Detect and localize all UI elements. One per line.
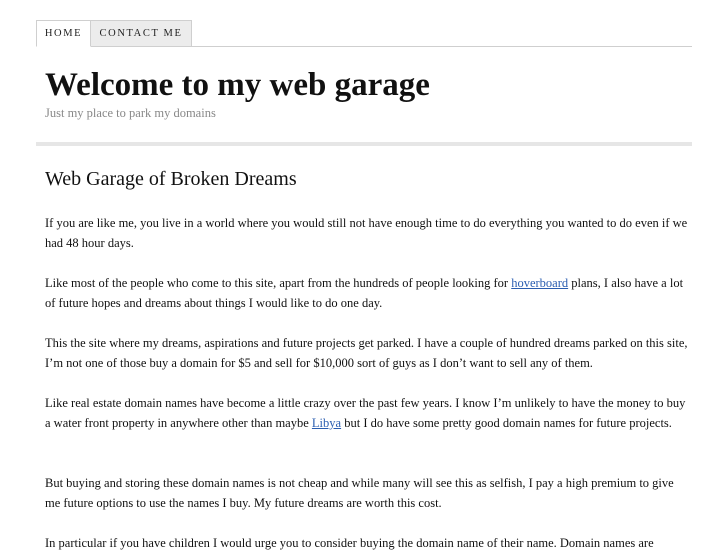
top-nav: HOME CONTACT ME (36, 20, 692, 47)
paragraph-4-text-end: but I do have some pretty good domain na… (341, 416, 672, 430)
paragraph-2: Like most of the people who come to this… (45, 273, 689, 313)
site-title[interactable]: Welcome to my web garage (45, 65, 430, 105)
paragraph-6: In particular if you have children I wou… (45, 536, 654, 550)
post-title: Web Garage of Broken Dreams (45, 168, 297, 190)
paragraph-5: But buying and storing these domain name… (45, 476, 674, 510)
paragraph-4: Like real estate domain names have becom… (45, 393, 689, 433)
paragraph-3: This the site where my dreams, aspiratio… (45, 336, 688, 370)
paragraph-1: If you are like me, you live in a world … (45, 216, 688, 250)
libya-link[interactable]: Libya (312, 416, 341, 430)
header-divider (36, 142, 692, 146)
hoverboard-link[interactable]: hoverboard (511, 276, 568, 290)
nav-tab-contact-me[interactable]: CONTACT ME (91, 20, 192, 46)
paragraph-2-text-start: Like most of the people who come to this… (45, 276, 512, 290)
site-tagline: Just my place to park my domains (45, 106, 216, 120)
nav-tab-home[interactable]: HOME (36, 20, 91, 47)
